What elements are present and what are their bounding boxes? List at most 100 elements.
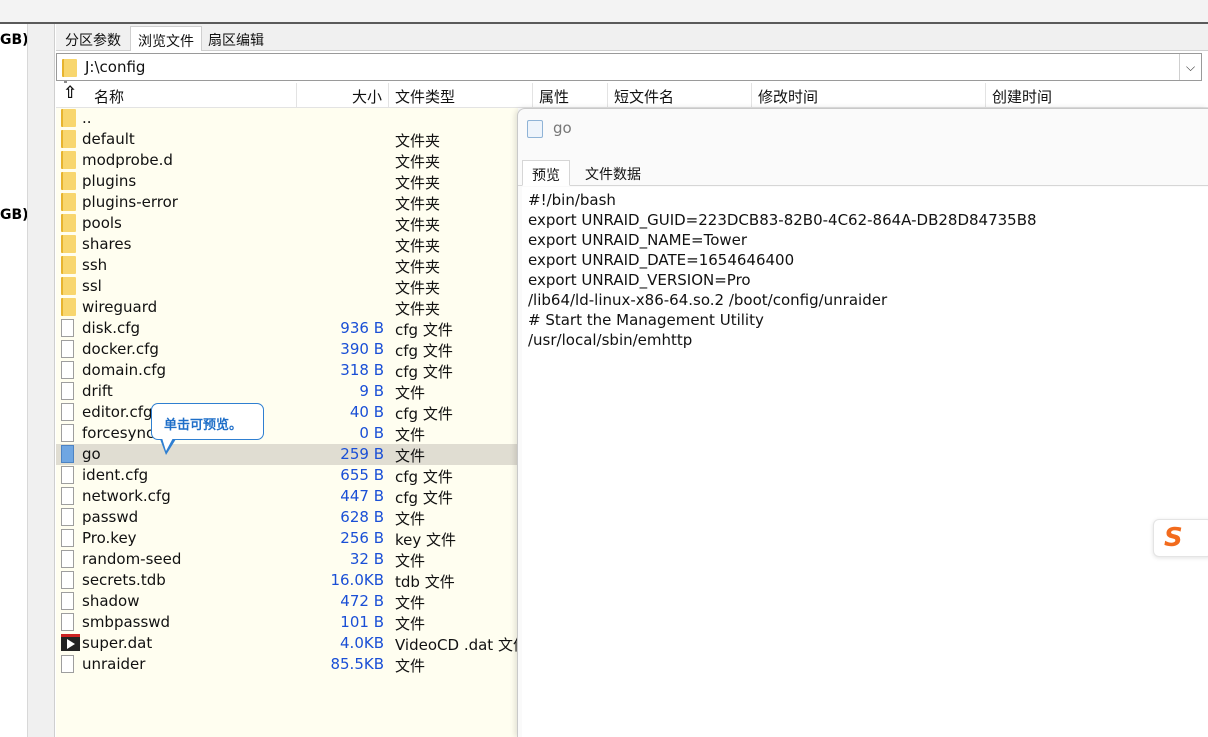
folder-icon — [61, 193, 76, 211]
file-icon — [61, 382, 74, 400]
file-name: ident.cfg — [82, 466, 149, 484]
folder-icon — [61, 256, 76, 274]
file-icon — [61, 508, 74, 526]
col-modified-header[interactable]: 修改时间 — [752, 83, 986, 107]
tab-partition-params[interactable]: 分区参数 — [58, 26, 128, 51]
col-short-name-header[interactable]: 短文件名 — [608, 83, 752, 107]
preview-line: /usr/local/sbin/emhttp — [528, 331, 693, 349]
file-type: 文件夹 — [395, 300, 441, 318]
file-row[interactable]: secrets.tdb 16.0KB tdb 文件 — [56, 570, 518, 591]
file-size: 0 B — [359, 424, 384, 442]
file-row[interactable]: smbpasswd 101 B 文件 — [56, 612, 518, 633]
file-name: plugins-error — [82, 193, 178, 211]
file-row[interactable]: modprobe.d 文件夹 — [56, 150, 518, 171]
file-row[interactable]: passwd 628 B 文件 — [56, 507, 518, 528]
preview-line: export UNRAID_DATE=1654646400 — [528, 251, 795, 269]
file-row[interactable]: disk.cfg 936 B cfg 文件 — [56, 318, 518, 339]
file-name: editor.cfg — [82, 403, 153, 421]
tree-item-fragment[interactable]: GB) — [0, 32, 27, 48]
file-type: 文件夹 — [395, 237, 441, 255]
file-name: ssl — [82, 277, 102, 295]
file-type: 文件 — [395, 447, 426, 465]
file-blue-icon — [61, 445, 74, 463]
path-combobox[interactable]: J:\config ⌵ — [56, 53, 1202, 81]
file-row[interactable]: drift 9 B 文件 — [56, 381, 518, 402]
file-type: 文件夹 — [395, 258, 441, 276]
file-row[interactable]: super.dat 4.0KB VideoCD .dat 文件 — [56, 633, 528, 654]
file-size: 9 B — [359, 382, 384, 400]
file-type: cfg 文件 — [395, 363, 453, 381]
file-row[interactable]: shares 文件夹 — [56, 234, 518, 255]
preview-line: export UNRAID_VERSION=Pro — [528, 271, 751, 289]
file-row[interactable]: pools 文件夹 — [56, 213, 518, 234]
file-size: 101 B — [340, 613, 384, 631]
folder-icon — [61, 214, 76, 232]
file-type: 文件 — [395, 657, 426, 675]
file-list[interactable]: .. default 文件夹 modprobe.d 文件夹 plugins 文件夹 plugi… — [56, 108, 528, 737]
file-row[interactable]: editor.cfg 40 B cfg 文件 — [56, 402, 518, 423]
partition-tree-panel[interactable]: GB) GB) — [0, 24, 28, 737]
file-row[interactable]: forcesync 0 B 文件 — [56, 423, 518, 444]
col-attr-header[interactable]: 属性 — [533, 83, 608, 107]
col-type-header[interactable]: 文件类型 — [389, 83, 533, 107]
file-name: go — [82, 445, 101, 463]
file-name: drift — [82, 382, 113, 400]
preview-line: #!/bin/bash — [528, 191, 616, 209]
file-type: tdb 文件 — [395, 573, 455, 591]
col-name-header[interactable]: ⇧ 名称 — [56, 83, 297, 107]
file-size: 447 B — [340, 487, 384, 505]
file-type: 文件夹 — [395, 216, 441, 234]
file-row[interactable]: ident.cfg 655 B cfg 文件 — [56, 465, 518, 486]
tab-sector-editor[interactable]: 扇区编辑 — [201, 26, 271, 51]
file-size: 256 B — [340, 529, 384, 547]
file-type: cfg 文件 — [395, 342, 453, 360]
file-size: 4.0KB — [340, 634, 384, 652]
file-row[interactable]: Pro.key 256 B key 文件 — [56, 528, 518, 549]
file-size: 936 B — [340, 319, 384, 337]
file-row[interactable]: domain.cfg 318 B cfg 文件 — [56, 360, 518, 381]
file-name: Pro.key — [82, 529, 137, 547]
folder-icon — [61, 277, 76, 295]
file-row[interactable]: random-seed 32 B 文件 — [56, 549, 518, 570]
file-name: network.cfg — [82, 487, 171, 505]
file-row[interactable]: default 文件夹 — [56, 129, 518, 150]
file-name: ssh — [82, 256, 108, 274]
splitter[interactable] — [28, 24, 67, 737]
tree-item-fragment[interactable]: GB) — [0, 207, 27, 223]
file-name: domain.cfg — [82, 361, 166, 379]
preview-hint-tooltip: 单击可预览。 — [151, 403, 264, 440]
file-size: 259 B — [340, 445, 384, 463]
tab-browse-files[interactable]: 浏览文件 — [130, 26, 202, 51]
col-created-header[interactable]: 创建时间 — [986, 83, 1208, 107]
file-row[interactable]: unraider 85.5KB 文件 — [56, 654, 518, 675]
preview-line: /lib64/ld-linux-x86-64.so.2 /boot/config… — [528, 291, 888, 309]
tab-file-data[interactable]: 文件数据 — [576, 160, 650, 186]
file-row[interactable]: .. — [56, 108, 518, 129]
file-row[interactable]: plugins-error 文件夹 — [56, 192, 518, 213]
tab-preview[interactable]: 预览 — [522, 160, 570, 186]
folder-icon — [61, 151, 76, 169]
sogou-ime-icon[interactable]: S — [1153, 519, 1208, 557]
file-row[interactable]: ssh 文件夹 — [56, 255, 518, 276]
preview-line: export UNRAID_GUID=223DCB83-82B0-4C62-86… — [528, 211, 1037, 229]
col-size-header[interactable]: 大小 — [297, 83, 389, 107]
file-type: cfg 文件 — [395, 489, 453, 507]
path-input[interactable]: J:\config — [85, 58, 145, 76]
folder-icon — [61, 235, 76, 253]
file-icon — [61, 655, 74, 673]
file-name: secrets.tdb — [82, 571, 166, 589]
preview-text-area[interactable]: #!/bin/bash export UNRAID_GUID=223DCB83-8… — [522, 187, 1208, 737]
file-row[interactable]: plugins 文件夹 — [56, 171, 518, 192]
file-row[interactable]: docker.cfg 390 B cfg 文件 — [56, 339, 518, 360]
file-name: shadow — [82, 592, 140, 610]
file-row[interactable]: ssl 文件夹 — [56, 276, 518, 297]
chevron-down-icon[interactable]: ⌵ — [1179, 54, 1201, 80]
file-row[interactable]: go 259 B 文件 — [56, 444, 518, 465]
file-type: key 文件 — [395, 531, 457, 549]
file-row[interactable]: wireguard 文件夹 — [56, 297, 518, 318]
file-row[interactable]: network.cfg 447 B cfg 文件 — [56, 486, 518, 507]
folder-icon — [61, 172, 76, 190]
up-arrow-icon[interactable]: ⇧ — [63, 83, 77, 103]
file-row[interactable]: shadow 472 B 文件 — [56, 591, 518, 612]
file-icon — [61, 550, 74, 568]
